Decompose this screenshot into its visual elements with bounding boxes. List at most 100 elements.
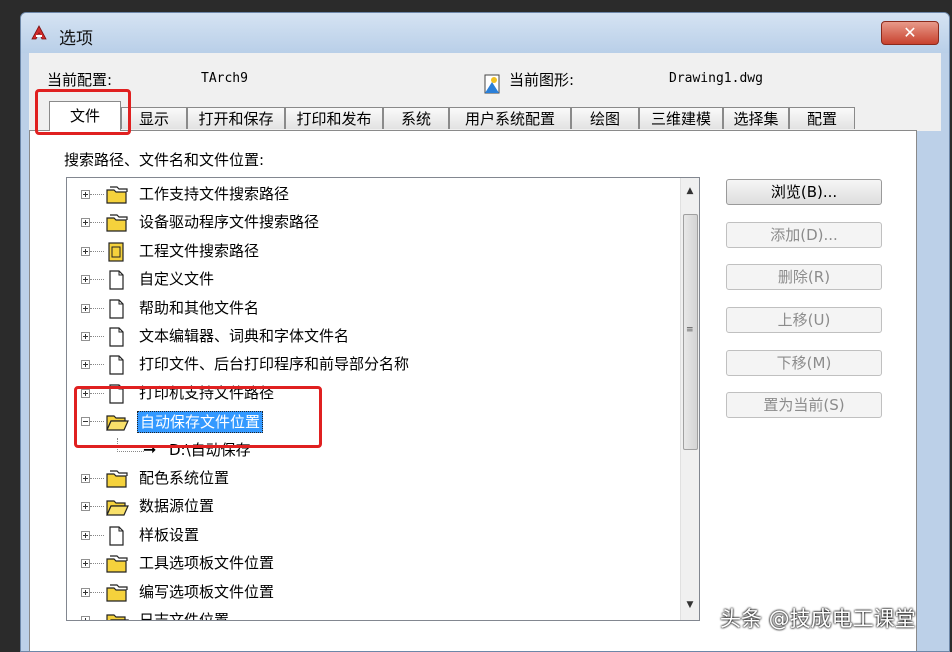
expand-icon[interactable]	[81, 332, 90, 341]
tab-drafting[interactable]: 绘图	[571, 107, 639, 129]
folder-stack-icon	[105, 184, 129, 206]
options-dialog: 选项 ✕ 当前配置: TArch9 当前图形: Drawing1.dwg 文件 …	[20, 12, 950, 652]
autosave-highlight-box	[74, 386, 322, 448]
scroll-down-button[interactable]: ▼	[681, 596, 699, 614]
expand-icon[interactable]	[81, 587, 90, 597]
tree-connector	[90, 534, 104, 537]
panel-title: 搜索路径、文件名和文件位置:	[64, 151, 265, 169]
autocad-app-icon	[31, 25, 47, 40]
tab-plot-publish[interactable]: 打印和发布	[285, 107, 383, 129]
tab-system[interactable]: 系统	[383, 107, 449, 129]
move-down-button[interactable]: 下移(M)	[726, 350, 882, 376]
tree-row[interactable]: 自定义文件	[67, 267, 675, 293]
tree-item-label: 编写选项板文件位置	[139, 582, 275, 601]
tree-connector	[90, 620, 104, 621]
tree-item-label: 帮助和其他文件名	[139, 298, 260, 317]
tree-row[interactable]: 编写选项板文件位置	[67, 580, 675, 606]
drawing-file-icon	[484, 74, 500, 94]
tree-row[interactable]: 数据源位置	[67, 494, 675, 520]
folder-stack-icon	[105, 212, 129, 234]
scroll-grip-icon: ≡	[686, 325, 694, 335]
document-icon	[105, 525, 129, 547]
current-profile-label: 当前配置:	[47, 71, 113, 89]
folder-stack-icon	[105, 553, 129, 575]
expand-icon[interactable]	[81, 218, 90, 228]
add-button[interactable]: 添加(D)...	[726, 222, 882, 248]
document-icon	[105, 298, 129, 320]
tree-row[interactable]: 工程文件搜索路径	[67, 239, 675, 265]
browse-button[interactable]: 浏览(B)...	[726, 179, 882, 205]
tree-connector	[90, 364, 104, 366]
scroll-thumb[interactable]: ≡	[683, 214, 698, 450]
move-up-button[interactable]: 上移(U)	[726, 307, 882, 333]
window-title: 选项	[59, 29, 93, 49]
tab-user-preferences[interactable]: 用户系统配置	[449, 107, 571, 129]
expand-icon[interactable]	[81, 360, 90, 370]
tree-item-label: 打印文件、后台打印程序和前导部分名称	[139, 355, 410, 374]
folder-open-icon	[105, 496, 129, 518]
tree-connector	[90, 506, 104, 508]
set-current-button[interactable]: 置为当前(S)	[726, 392, 882, 418]
folder-stack-icon	[105, 468, 129, 490]
tree-connector	[90, 478, 104, 480]
profile-info-bar: 当前配置: TArch9 当前图形: Drawing1.dwg	[29, 53, 941, 101]
tab-3d-modeling[interactable]: 三维建模	[639, 107, 723, 129]
current-profile-value: TArch9	[201, 71, 248, 86]
title-bar[interactable]: 选项 ✕	[21, 13, 949, 53]
folder-open-icon	[105, 610, 129, 620]
tree-connector	[90, 563, 104, 565]
tab-strip: 文件 显示 打开和保存 打印和发布 系统 用户系统配置 绘图 三维建模 选择集 …	[29, 101, 941, 131]
tree-row[interactable]: 日志文件位置	[67, 608, 675, 621]
document-icon	[105, 269, 129, 291]
current-drawing-value: Drawing1.dwg	[669, 71, 763, 86]
current-drawing-label: 当前图形:	[509, 71, 575, 89]
expand-icon[interactable]	[81, 246, 90, 256]
tree-connector	[90, 194, 104, 196]
tree-item-label: 数据源位置	[139, 497, 215, 516]
tree-item-label: 日志文件位置	[139, 611, 230, 621]
close-button[interactable]: ✕	[881, 21, 939, 45]
tree-item-label: 工程文件搜索路径	[139, 241, 260, 260]
expand-icon[interactable]	[81, 474, 90, 483]
tab-profiles[interactable]: 配置	[789, 107, 855, 129]
tree-connector	[90, 279, 104, 281]
tree-connector	[90, 222, 104, 224]
tab-selection[interactable]: 选择集	[723, 107, 789, 129]
tab-open-save[interactable]: 打开和保存	[187, 107, 285, 129]
expand-icon[interactable]	[81, 303, 90, 313]
project-file-icon	[105, 241, 129, 263]
document-icon	[105, 326, 129, 348]
tree-row[interactable]: 工作支持文件搜索路径	[67, 182, 675, 208]
tree-item-label: 工作支持文件搜索路径	[139, 185, 290, 203]
tree-row[interactable]: 样板设置	[67, 523, 675, 549]
tree-connector	[90, 250, 104, 253]
expand-icon[interactable]	[81, 559, 90, 569]
expand-icon[interactable]	[81, 616, 90, 620]
tree-connector	[90, 307, 104, 310]
scroll-up-button[interactable]: ▲	[681, 182, 699, 200]
tree-row[interactable]: 设备驱动程序文件搜索路径	[67, 210, 675, 236]
tree-item-label: 样板设置	[139, 525, 200, 544]
tree-item-label: 自定义文件	[139, 270, 215, 289]
tree-row[interactable]: 打印文件、后台打印程序和前导部分名称	[67, 352, 675, 378]
tree-scrollbar[interactable]: ▲ ≡ ▼	[680, 178, 699, 620]
expand-icon[interactable]	[81, 190, 90, 199]
document-icon	[105, 354, 129, 376]
tree-row[interactable]: 工具选项板文件位置	[67, 551, 675, 577]
tree-row[interactable]: 帮助和其他文件名	[67, 296, 675, 322]
tree-connector	[90, 336, 104, 338]
expand-icon[interactable]	[81, 502, 90, 512]
tree-connector	[90, 591, 104, 594]
tree-item-label: 设备驱动程序文件搜索路径	[139, 213, 320, 232]
tree-item-label: 配色系统位置	[139, 469, 230, 487]
remove-button[interactable]: 删除(R)	[726, 264, 882, 290]
tree-row[interactable]: 文本编辑器、词典和字体文件名	[67, 324, 675, 350]
tab-files[interactable]: 文件	[49, 101, 121, 131]
expand-icon[interactable]	[81, 530, 90, 540]
watermark-text: 头条 @技成电工课堂	[720, 607, 916, 631]
folder-stack-icon	[105, 582, 129, 604]
tree-item-label: 工具选项板文件位置	[139, 554, 275, 573]
expand-icon[interactable]	[81, 275, 90, 285]
tree-row[interactable]: 配色系统位置	[67, 466, 675, 492]
tree-item-label: 文本编辑器、词典和字体文件名	[139, 327, 350, 345]
